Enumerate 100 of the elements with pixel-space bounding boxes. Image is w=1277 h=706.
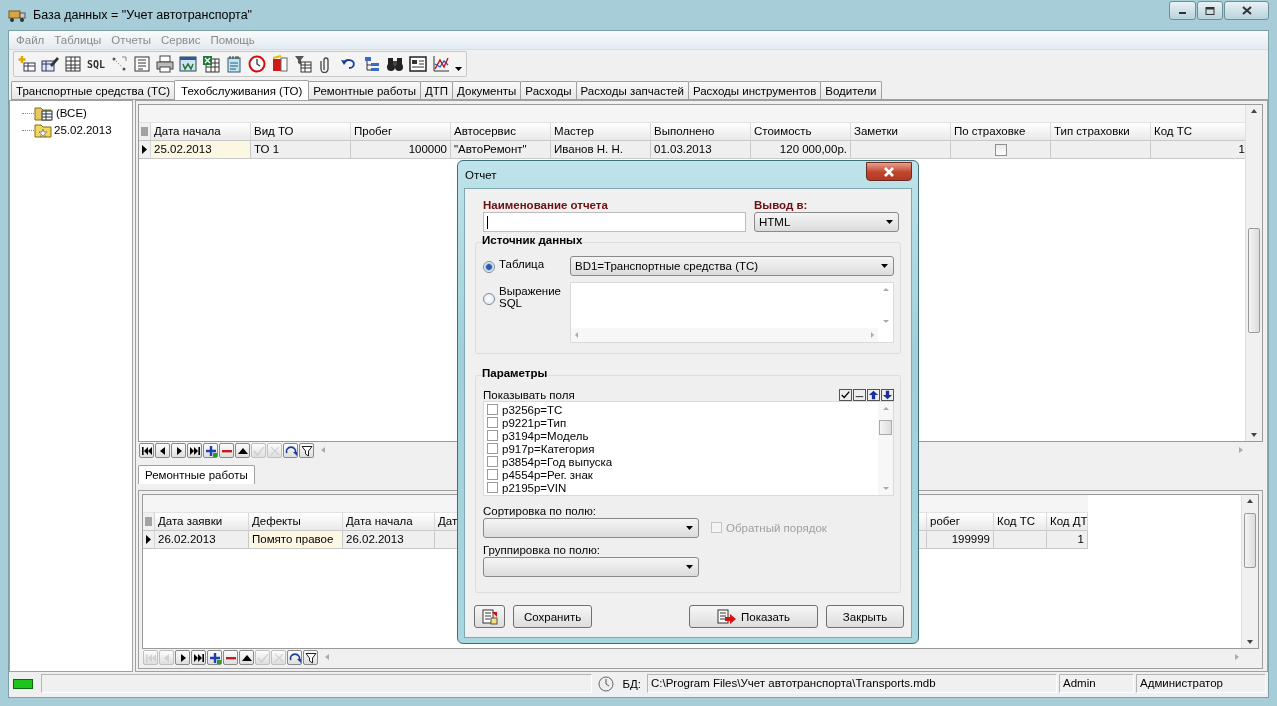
show-button[interactable]: Показать <box>689 605 818 628</box>
uncheck-all-icon[interactable] <box>853 389 866 401</box>
refresh-button[interactable] <box>287 650 302 665</box>
tab[interactable]: Расходы инструментов <box>687 81 822 99</box>
vertical-scrollbar[interactable] <box>878 402 893 495</box>
column-header[interactable]: Выполнено <box>651 123 751 141</box>
output-format-dropdown[interactable]: HTML <box>754 212 899 232</box>
vertical-scrollbar[interactable] <box>1241 495 1258 648</box>
checkbox[interactable] <box>487 456 498 467</box>
insert-button[interactable] <box>207 650 222 665</box>
column-header[interactable]: Тип страховки <box>1051 123 1151 141</box>
arrow-down-icon[interactable] <box>881 389 894 401</box>
delete-button[interactable] <box>223 650 238 665</box>
edit-button[interactable] <box>239 650 254 665</box>
table-icon[interactable] <box>64 55 82 73</box>
column-header[interactable]: Дата заявки <box>155 513 249 531</box>
minimize-button[interactable] <box>1169 1 1196 20</box>
checkbox[interactable] <box>487 417 498 428</box>
tab[interactable]: Водители <box>820 81 882 99</box>
field-label[interactable]: p3194p=Модель <box>502 429 589 442</box>
column-header[interactable]: Пробег <box>351 123 451 141</box>
radio-label[interactable]: Таблица <box>499 258 561 270</box>
checkbox[interactable] <box>487 430 498 441</box>
radio-button[interactable] <box>483 261 495 273</box>
column-header[interactable]: По страховке <box>951 123 1051 141</box>
arrow-up-icon[interactable] <box>867 389 880 401</box>
field-list[interactable]: p3256p=ТС p9221p=Тип p3194p=Модель p917p=Категория p3854p=Год выпуска p4554p=Рег. знак p2195p=VIN <box>483 401 894 496</box>
printer-icon[interactable] <box>156 55 175 73</box>
field-label[interactable]: p3256p=ТС <box>502 403 563 416</box>
checkbox[interactable] <box>487 404 498 415</box>
checkbox[interactable] <box>994 143 1007 156</box>
next-button[interactable] <box>175 650 190 665</box>
column-header[interactable]: Код ТС <box>1151 123 1245 141</box>
vertical-scrollbar[interactable] <box>1245 105 1262 441</box>
web-table-icon[interactable] <box>179 55 198 73</box>
column-header[interactable]: Дефекты <box>249 513 343 531</box>
close-button[interactable] <box>1224 1 1269 20</box>
field-label[interactable]: p9221p=Тип <box>502 416 567 429</box>
tree-item[interactable]: (ВСЕ) <box>56 107 87 119</box>
clock-icon[interactable] <box>248 55 267 73</box>
save-button[interactable]: Сохранить <box>513 605 593 628</box>
field-label[interactable]: p917p=Категория <box>502 442 595 455</box>
field-label[interactable]: p2195p=VIN <box>502 481 567 494</box>
column-header[interactable]: Вид ТО <box>251 123 351 141</box>
plus-table-icon[interactable] <box>18 55 36 73</box>
tree-icon[interactable] <box>363 55 382 73</box>
card-icon[interactable] <box>409 55 428 73</box>
notepad-icon[interactable] <box>225 55 244 73</box>
chart-icon[interactable] <box>432 55 451 73</box>
filter-button[interactable] <box>299 443 314 458</box>
table-dropdown[interactable]: BD1=Транспортные средства (ТС) <box>569 256 894 276</box>
tab[interactable]: Расходы <box>520 81 577 99</box>
next-button[interactable] <box>171 443 186 458</box>
last-button[interactable] <box>187 443 202 458</box>
column-header[interactable]: Дата начала <box>343 513 435 531</box>
form-icon[interactable] <box>133 55 152 73</box>
delete-button[interactable] <box>219 443 234 458</box>
tab[interactable]: Документы <box>452 81 522 99</box>
last-button[interactable] <box>191 650 206 665</box>
column-header[interactable]: Мастер <box>551 123 651 141</box>
tab[interactable]: Техобслуживания (ТО) <box>174 80 310 100</box>
column-header[interactable]: Дата начала <box>151 123 251 141</box>
report-button[interactable] <box>474 605 505 628</box>
filter-button[interactable] <box>303 650 318 665</box>
radio-label[interactable]: Выражение SQL <box>499 285 561 309</box>
column-header[interactable]: Заметки <box>851 123 951 141</box>
close-button[interactable] <box>866 162 912 181</box>
checkbox[interactable] <box>487 469 498 480</box>
pencil-table-icon[interactable] <box>41 55 59 73</box>
tab[interactable]: Ремонтные работы <box>308 81 421 99</box>
column-header[interactable]: робег <box>927 513 994 531</box>
radio-button[interactable] <box>483 293 495 305</box>
column-header[interactable]: Стоимость <box>751 123 851 141</box>
tab[interactable]: Расходы запчастей <box>575 81 689 99</box>
sort-dropdown[interactable] <box>483 518 699 538</box>
insert-button[interactable] <box>203 443 218 458</box>
maximize-button[interactable] <box>1197 1 1223 20</box>
checkbox[interactable] <box>487 482 498 493</box>
column-header[interactable]: Код ДТ <box>1047 513 1088 531</box>
column-header[interactable]: Код ТС <box>994 513 1047 531</box>
field-label[interactable]: p4554p=Рег. знак <box>502 468 593 481</box>
check-all-icon[interactable] <box>839 389 852 401</box>
funnel-table-icon[interactable] <box>294 55 313 73</box>
previous-button[interactable] <box>155 443 170 458</box>
spreadsheet-icon[interactable] <box>202 55 221 73</box>
edit-button[interactable] <box>235 443 250 458</box>
report-name-field[interactable] <box>483 212 746 232</box>
column-header[interactable]: Автосервис <box>451 123 551 141</box>
field-label[interactable]: p3854p=Год выпуска <box>502 455 613 468</box>
tab[interactable]: Транспортные средства (ТС) <box>11 81 176 99</box>
refresh-button[interactable] <box>283 443 298 458</box>
sql-button[interactable]: SQL <box>87 58 106 70</box>
binoculars-icon[interactable] <box>386 55 405 73</box>
tab[interactable]: ДТП <box>420 81 454 99</box>
tab[interactable]: Ремонтные работы <box>138 465 255 484</box>
close-dialog-button[interactable]: Закрыть <box>826 605 904 628</box>
first-button[interactable] <box>139 443 154 458</box>
dropdown-caret-icon[interactable] <box>455 67 463 71</box>
tree-item[interactable]: 25.02.2013 <box>54 124 112 136</box>
book-icon[interactable] <box>271 55 290 73</box>
